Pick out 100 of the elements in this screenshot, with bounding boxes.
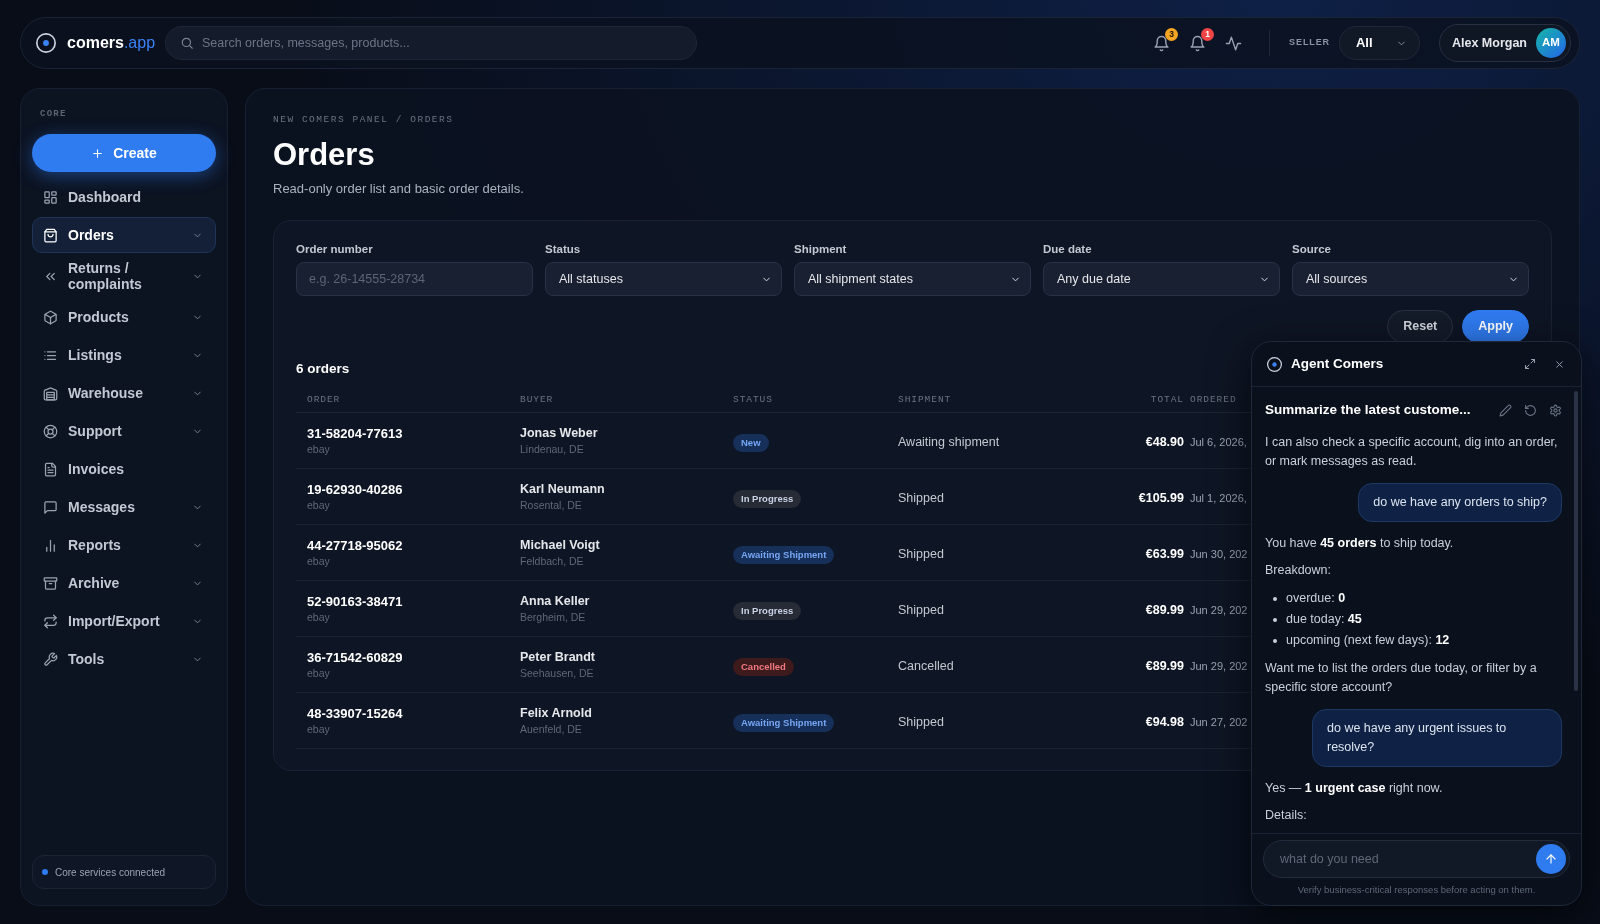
- breadcrumb: NEW COMERS PANEL / ORDERS: [273, 114, 454, 126]
- assistant-message: Yes — 1 urgent case right now.: [1265, 780, 1443, 797]
- buyer-name: Anna Keller: [520, 592, 590, 610]
- nav-item[interactable]: Support: [32, 413, 216, 449]
- nav-item[interactable]: Invoices: [32, 451, 216, 487]
- buyer-location: Bergheim, DE: [520, 609, 586, 625]
- input-field[interactable]: e.g. 26-14555-28734: [296, 262, 533, 296]
- buyer-name: Karl Neumann: [520, 480, 605, 498]
- order-total: €48.90: [1145, 434, 1184, 449]
- disclaimer-text: Verify business-critical responses before acting on them.: [1297, 884, 1536, 896]
- order-number: 36-71542-60829: [307, 648, 403, 666]
- panel-title: Agent Comers: [1291, 354, 1384, 373]
- buyer-location: Lindenau, DE: [520, 441, 584, 457]
- arrow-up-icon: [1544, 852, 1558, 866]
- column-header: TOTAL: [1150, 393, 1184, 405]
- nav-item[interactable]: Warehouse: [32, 375, 216, 411]
- order-total: €63.99: [1145, 546, 1184, 561]
- column-header: ORDERED: [1190, 393, 1237, 405]
- shipment-status: Shipped: [898, 490, 944, 505]
- order-source: ebay: [307, 609, 330, 625]
- status-tag: Awaiting Shipment: [733, 545, 835, 564]
- reset-button[interactable]: Reset: [1387, 310, 1454, 343]
- chat-input[interactable]: what do you need: [1263, 840, 1570, 878]
- field-label: Order number: [296, 242, 373, 257]
- nav-item[interactable]: Archive: [32, 565, 216, 601]
- order-date: Jun 29, 202: [1190, 603, 1248, 616]
- buyer-name: Michael Voigt: [520, 536, 600, 554]
- notification-badge: 3: [1165, 27, 1179, 41]
- bell-icon[interactable]: [1189, 34, 1207, 52]
- settings-icon[interactable]: [1549, 403, 1562, 417]
- nav-item[interactable]: Products: [32, 299, 216, 335]
- status-tag: Awaiting Shipment: [733, 713, 835, 732]
- shipment-status: Shipped: [898, 602, 944, 617]
- user-message: do we have any urgent issues to resolve?: [1312, 709, 1562, 767]
- nav-item[interactable]: Returns / complaints: [32, 255, 216, 297]
- column-header: BUYER: [520, 393, 554, 405]
- select-field[interactable]: All statuses: [545, 262, 782, 296]
- assistant-message: Details:: [1265, 807, 1307, 824]
- nav-item[interactable]: Dashboard: [32, 179, 216, 215]
- chat-bubble-icon: [43, 499, 58, 515]
- pencil-icon[interactable]: [1499, 403, 1512, 417]
- bullet-icon: [1273, 638, 1277, 643]
- shipment-status: Cancelled: [898, 658, 954, 673]
- field-label: Due date: [1043, 242, 1092, 257]
- document-icon: [43, 461, 58, 477]
- nav-item[interactable]: Orders: [32, 217, 216, 253]
- select-field[interactable]: All shipment states: [794, 262, 1031, 296]
- assistant-message: I can also check a specific account, dig into an order, or mark messages as read.: [1265, 434, 1559, 470]
- assistant-message: Breakdown:: [1265, 562, 1331, 579]
- assistant-message: Want me to list the orders due today, or filter by a specific store account?: [1265, 660, 1538, 696]
- refresh-icon[interactable]: [1524, 403, 1537, 417]
- user-menu[interactable]: Alex Morgan AM: [1439, 24, 1571, 62]
- nav-item[interactable]: Tools: [32, 641, 216, 677]
- order-total: €89.99: [1145, 602, 1184, 617]
- status-tag: In Progress: [733, 489, 802, 508]
- order-date: Jun 30, 202: [1190, 547, 1248, 560]
- shipment-status: Awaiting shipment: [898, 434, 1000, 449]
- buyer-location: Feldbach, DE: [520, 553, 584, 569]
- order-source: ebay: [307, 553, 330, 569]
- bullet-icon: [1273, 596, 1277, 601]
- close-icon[interactable]: [1554, 358, 1565, 370]
- section-label: CORE: [39, 108, 67, 120]
- apply-button[interactable]: Apply: [1462, 310, 1529, 343]
- create-button[interactable]: Create: [32, 134, 216, 172]
- shopping-bag-icon: [43, 227, 58, 243]
- nav-item[interactable]: Reports: [32, 527, 216, 563]
- order-date: Jul 1, 2026,: [1190, 491, 1247, 504]
- bar-chart-icon: [43, 537, 58, 553]
- seller-dropdown[interactable]: All: [1339, 26, 1420, 60]
- assistant-message: You have 45 orders to ship today.: [1265, 535, 1454, 552]
- order-number: 48-33907-15264: [307, 704, 403, 722]
- order-total: €94.98: [1145, 714, 1184, 729]
- order-date: Jun 27, 202: [1190, 715, 1248, 728]
- pulse-icon[interactable]: [1225, 34, 1243, 52]
- nav-item[interactable]: Import/Export: [32, 603, 216, 639]
- nav-item[interactable]: Messages: [32, 489, 216, 525]
- select-field[interactable]: All sources: [1292, 262, 1529, 296]
- archive-box-icon: [43, 575, 58, 591]
- column-header: SHIPMENT: [898, 393, 952, 405]
- buyer-location: Auenfeld, DE: [520, 721, 582, 737]
- expand-icon[interactable]: [1524, 358, 1536, 370]
- conversation-title: Summarize the latest custome...: [1265, 400, 1472, 419]
- bell-icon[interactable]: [1153, 34, 1171, 52]
- status-tag: Cancelled: [733, 657, 794, 676]
- repeat-arrows-icon: [43, 613, 58, 629]
- order-total: €105.99: [1138, 490, 1184, 505]
- nav-item[interactable]: Listings: [32, 337, 216, 373]
- column-header: ORDER: [307, 393, 341, 405]
- bullet-icon: [1273, 617, 1277, 622]
- list-item-text: overdue: 0: [1286, 590, 1346, 607]
- scrollbar[interactable]: [1574, 391, 1578, 691]
- buyer-location: Seehausen, DE: [520, 665, 594, 681]
- logo-text: comers.app: [67, 33, 156, 53]
- status-tag: In Progress: [733, 601, 802, 620]
- select-field[interactable]: Any due date: [1043, 262, 1280, 296]
- search-field[interactable]: Search orders, messages, products...: [165, 26, 697, 60]
- column-header: STATUS: [733, 393, 773, 405]
- plus-icon: [91, 146, 105, 160]
- order-total: €89.99: [1145, 658, 1184, 673]
- shipment-status: Shipped: [898, 546, 944, 561]
